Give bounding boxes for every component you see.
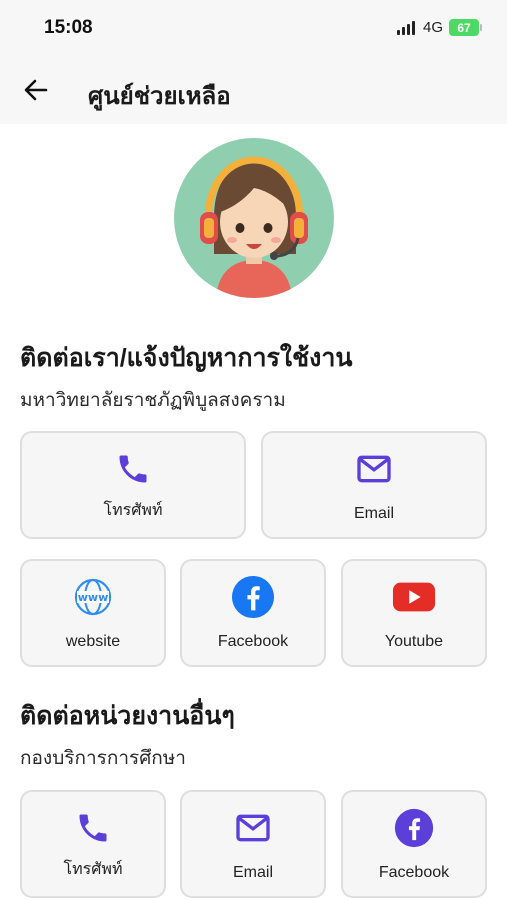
contact-facebook-card[interactable]: Facebook [180,559,326,667]
unit-email-card[interactable]: Email [180,790,326,898]
card-label: Email [232,864,273,881]
card-label: Facebook [378,864,450,881]
contact-email-card[interactable]: Email [261,431,487,539]
support-agent-avatar [174,138,334,298]
contact-website-card[interactable]: www website [20,559,166,667]
youtube-icon [392,575,436,619]
section-subtitle-education-service: กองบริการการศึกษา [20,748,186,769]
section-title-other-units: ติดต่อหน่วยงานอื่นๆ [20,702,235,730]
contact-phone-card[interactable]: โทรศัพท์ [20,431,246,539]
unit-facebook-card[interactable]: Facebook [341,790,487,898]
phone-icon [71,806,115,850]
facebook-icon [392,806,436,850]
back-button[interactable] [18,72,54,108]
phone-icon [111,447,155,491]
svg-text:www: www [78,591,109,604]
mail-icon [231,806,275,850]
contact-youtube-card[interactable]: Youtube [341,559,487,667]
www-globe-icon: www [71,575,115,619]
card-label: Facebook [217,633,289,650]
card-label: โทรศัพท์ [103,502,163,519]
status-bar: 15:08 4G 67 [0,0,507,58]
page-title: ศูนย์ช่วยเหลือ [88,83,231,110]
card-label: Youtube [384,633,444,650]
app-bar: ศูนย์ช่วยเหลือ [0,58,507,124]
network-type: 4G [422,19,443,36]
battery-icon: 67 [449,19,482,36]
mail-icon [352,447,396,491]
card-label: website [65,633,121,650]
battery-level: 67 [457,20,471,35]
card-label: Email [353,505,394,522]
section-subtitle-university: มหาวิทยาลัยราชภัฏพิบูลสงคราม [20,390,286,411]
signal-icon [396,20,415,35]
arrow-left-icon [24,79,48,101]
status-indicators: 4G 67 [396,19,482,36]
facebook-icon [231,575,275,619]
status-time: 15:08 [44,17,93,38]
unit-phone-card[interactable]: โทรศัพท์ [20,790,166,898]
section-title-contact-us: ติดต่อเรา/แจ้งปัญหาการใช้งาน [20,344,353,372]
card-label: โทรศัพท์ [63,861,123,878]
